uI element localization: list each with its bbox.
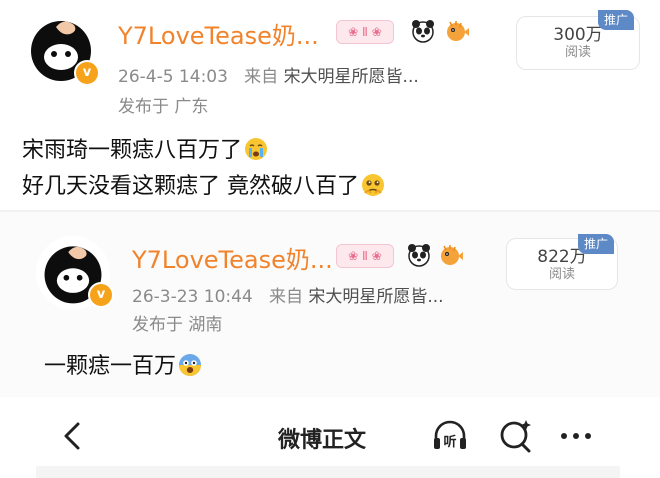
- views-label: 阅读: [564, 45, 591, 60]
- shocked-face-icon: [178, 353, 202, 377]
- page-title: 微博正文: [278, 428, 367, 453]
- post-content-line-1: 宋雨琦一颗痣八百万了: [22, 136, 268, 166]
- promo-tag: 推广: [578, 234, 615, 254]
- post-timestamp: 26-4-5 14:03: [118, 67, 228, 87]
- fan-badge: ❀ Ⅱ ❀: [336, 244, 394, 268]
- weibo-post-1: v Y7LoveTease奶... ❀ Ⅱ ❀ 26-4-5 14:03 来自 …: [0, 0, 660, 212]
- post-meta: 26-3-23 10:44 来自 宋大明星所愿皆...: [132, 282, 444, 307]
- fan-badge: ❀ Ⅱ ❀: [336, 20, 394, 44]
- weibo-post-2: v Y7LoveTease奶... ❀ Ⅱ ❀ 26-3-23 10:44 来自…: [0, 212, 660, 397]
- verified-badge: v: [74, 60, 100, 86]
- content-text: 一颗痣一百万: [44, 354, 177, 379]
- listen-icon[interactable]: 听: [430, 416, 470, 456]
- back-chevron-icon[interactable]: [56, 418, 92, 454]
- content-text: 好几天没看这颗痣了 竟然破八百了: [22, 174, 359, 199]
- crying-face-icon: [244, 137, 268, 161]
- source-link[interactable]: 宋大明星所愿皆...: [308, 287, 443, 307]
- username[interactable]: Y7LoveTease奶...: [132, 240, 333, 275]
- listen-label: 听: [443, 434, 456, 450]
- panda-icon: [406, 242, 432, 268]
- panda-icon: [410, 18, 436, 44]
- search-sparkle-icon[interactable]: [496, 416, 536, 456]
- verified-badge: v: [88, 282, 114, 308]
- post-location: 发布于 广东: [118, 97, 209, 117]
- views-label: 阅读: [548, 267, 575, 282]
- source-prefix: 来自: [244, 67, 279, 87]
- post-content-line-1: 一颗痣一百万: [44, 352, 202, 382]
- source-prefix: 来自: [268, 287, 303, 307]
- pufferfish-icon: [444, 18, 470, 44]
- promo-tag: 推广: [598, 10, 635, 30]
- source-link[interactable]: 宋大明星所愿皆...: [284, 67, 419, 87]
- bottom-strip: [36, 466, 620, 478]
- username[interactable]: Y7LoveTease奶...: [118, 16, 319, 51]
- pufferfish-icon: [438, 242, 464, 268]
- post-location: 发布于 湖南: [132, 315, 223, 335]
- post-content-line-2: 好几天没看这颗痣了 竟然破八百了: [22, 172, 385, 202]
- post-timestamp: 26-3-23 10:44: [132, 287, 253, 307]
- content-text: 宋雨琦一颗痣八百万了: [22, 138, 243, 163]
- post-meta: 26-4-5 14:03 来自 宋大明星所愿皆...: [118, 62, 419, 87]
- pleading-face-icon: [361, 173, 385, 197]
- more-dots-icon[interactable]: [556, 418, 596, 454]
